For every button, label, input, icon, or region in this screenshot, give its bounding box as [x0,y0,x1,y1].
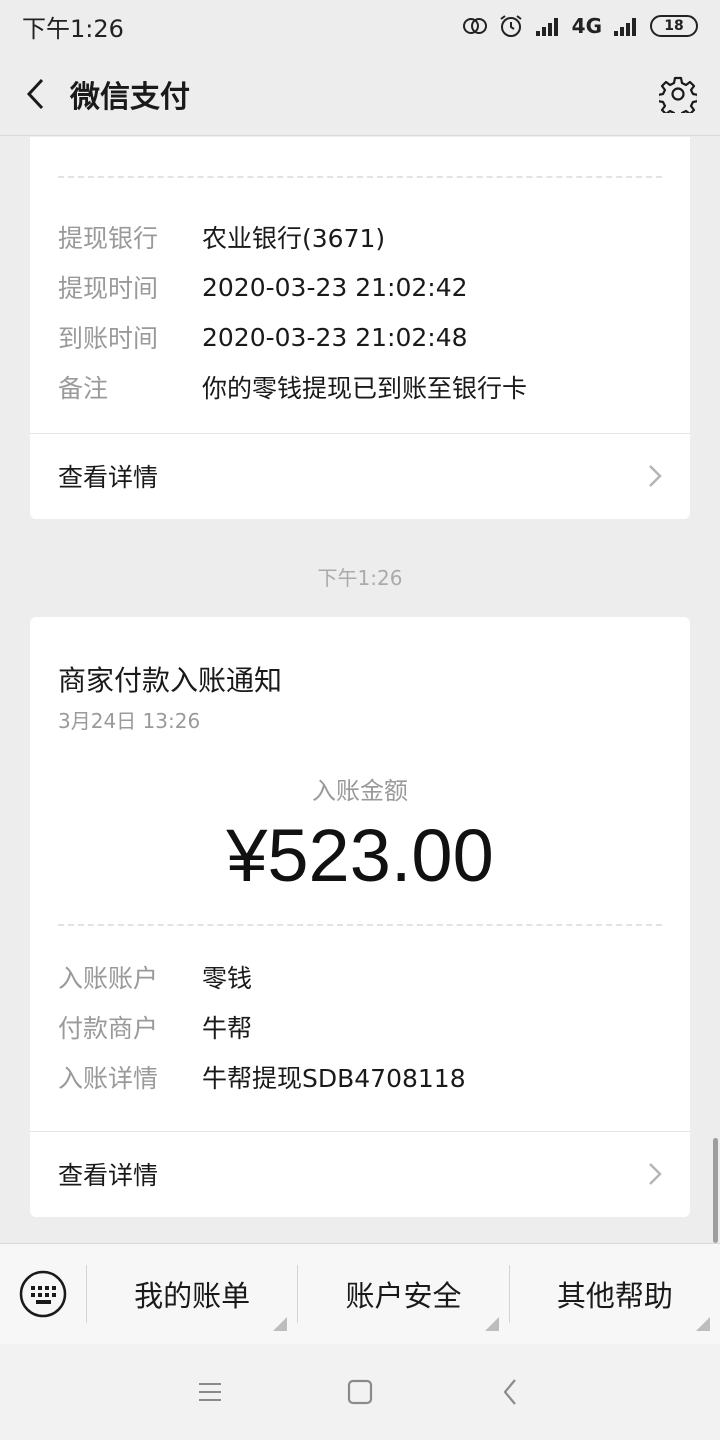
info-row: 提现时间 2020-03-23 21:02:42 [58,262,662,312]
status-time: 下午1:26 [22,14,124,43]
network-label: 4G [571,14,602,38]
info-label: 提现时间 [58,274,159,303]
menu-account-security[interactable]: 账户安全 [298,1244,508,1345]
card-title: 商家付款入账通知 [58,664,283,697]
info-label: 入账账户 [58,964,159,993]
info-value: 零钱 [202,964,253,993]
battery-icon: 18 [650,15,698,37]
card-date: 3月24日 13:26 [58,709,201,733]
submenu-indicator-icon [273,1316,288,1331]
back-button[interactable] [0,52,70,136]
info-label: 提现银行 [58,224,159,253]
home-button[interactable] [285,1344,435,1440]
submenu-indicator-icon [695,1316,710,1331]
menu-label: 我的账单 [134,1279,251,1313]
status-icons: 4G 18 [462,14,698,38]
info-row: 付款商户 牛帮 [58,1002,662,1052]
info-row: 入账账户 零钱 [58,952,662,1002]
bottom-menu-bar: 我的账单 账户安全 其他帮助 [0,1243,720,1344]
info-value: 2020-03-23 21:02:48 [202,322,468,352]
system-nav-bar [0,1344,720,1440]
payment-notification-card: 商家付款入账通知 3月24日 13:26 入账金额 ¥523.00 入账账户 零… [30,617,690,1217]
menu-label: 账户安全 [345,1279,462,1313]
chevron-left-icon [503,1379,516,1405]
link-icon [462,18,487,34]
dashed-divider [58,924,662,926]
info-label: 入账详情 [58,1064,159,1093]
menu-my-bills[interactable]: 我的账单 [87,1244,297,1345]
message-feed[interactable]: 提现银行 农业银行(3671) 提现时间 2020-03-23 21:02:42… [0,137,720,1243]
info-label: 到账时间 [58,324,159,353]
dashed-divider [58,176,662,178]
settings-button[interactable] [636,52,720,136]
amount-label: 入账金额 [312,777,408,805]
info-row: 备注 你的零钱提现已到账至银行卡 [58,362,662,412]
view-details-label: 查看详情 [58,1161,159,1190]
keyboard-toggle-button[interactable] [0,1244,86,1345]
keyboard-icon [19,1270,67,1318]
status-bar: 下午1:26 4G 18 [0,0,720,52]
menu-other-help[interactable]: 其他帮助 [510,1244,720,1345]
gear-icon [659,76,697,113]
signal-icon [614,18,636,36]
nav-bar: 微信支付 [0,52,720,136]
alarm-icon [500,15,522,37]
home-square-icon [347,1379,373,1405]
info-value: 2020-03-23 21:02:42 [202,272,468,302]
info-row: 入账详情 牛帮提现SDB4708118 [58,1052,662,1102]
info-value: 牛帮提现SDB4708118 [202,1064,466,1093]
submenu-indicator-icon [484,1316,499,1331]
recent-apps-button[interactable] [135,1344,285,1440]
system-back-button[interactable] [435,1344,585,1440]
battery-level: 18 [664,18,684,34]
info-label: 付款商户 [58,1014,159,1043]
page-title: 微信支付 [70,79,190,115]
chevron-left-icon [26,78,44,109]
message-timestamp: 下午1:26 [317,566,403,590]
view-details-link[interactable]: 查看详情 [30,1131,690,1217]
chevron-right-icon [649,1163,662,1185]
info-label: 备注 [58,374,109,403]
payment-info-list: 入账账户 零钱 付款商户 牛帮 入账详情 牛帮提现SDB4708118 [58,952,662,1102]
info-value: 你的零钱提现已到账至银行卡 [202,374,528,403]
view-details-link[interactable]: 查看详情 [30,433,690,519]
withdrawal-card: 提现银行 农业银行(3671) 提现时间 2020-03-23 21:02:42… [30,137,690,519]
view-details-label: 查看详情 [58,463,159,492]
menu-label: 其他帮助 [556,1279,673,1313]
withdrawal-info-list: 提现银行 农业银行(3671) 提现时间 2020-03-23 21:02:42… [58,212,662,412]
chevron-right-icon [649,465,662,487]
info-row: 到账时间 2020-03-23 21:02:48 [58,312,662,362]
info-row: 提现银行 农业银行(3671) [58,212,662,262]
amount-value: ¥523.00 [226,814,494,897]
info-value: 牛帮 [202,1014,253,1043]
menu-icon [199,1383,221,1401]
scrollbar-thumb[interactable] [713,1138,718,1243]
info-value: 农业银行(3671) [202,224,386,253]
hd-signal-icon [535,18,558,36]
